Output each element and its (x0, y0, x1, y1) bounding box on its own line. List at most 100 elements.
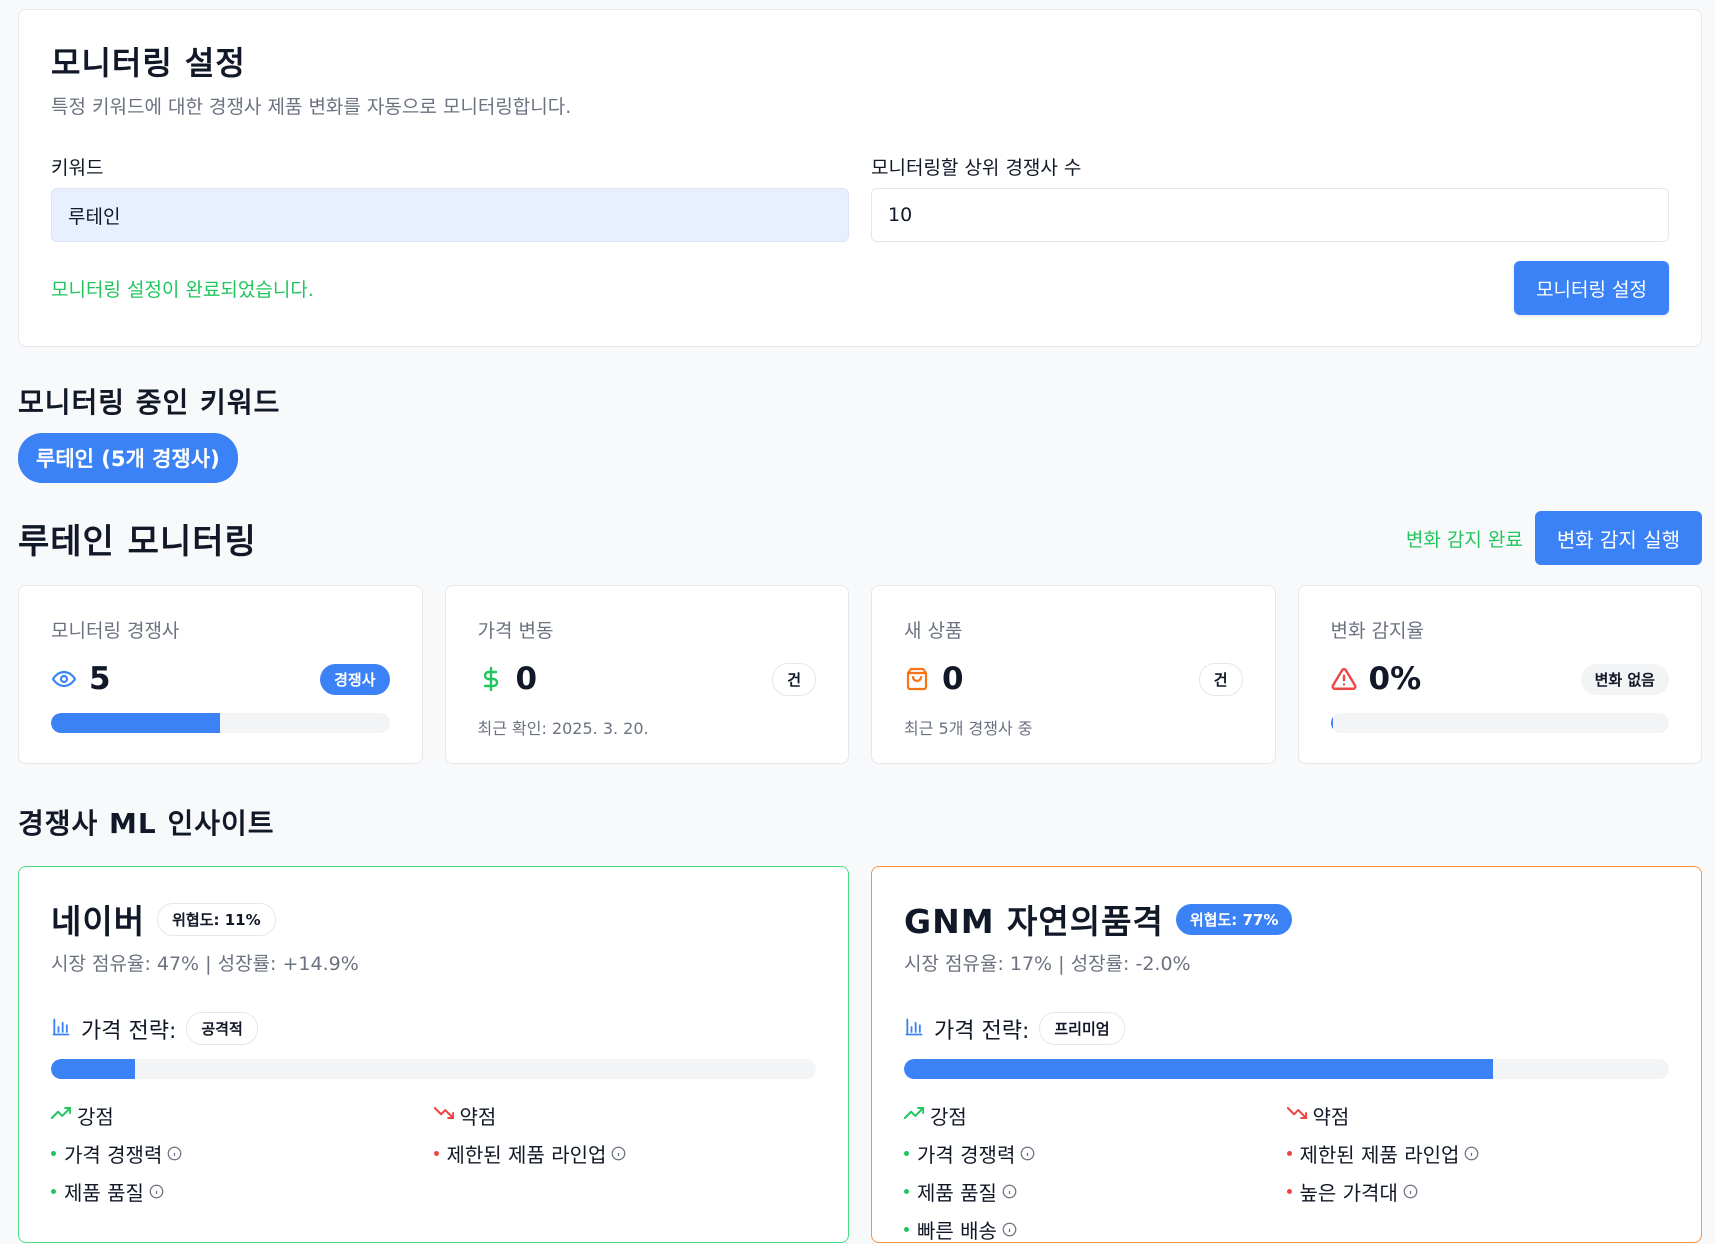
stat-card-new-products: 새 상품 0 건 최근 5개 경쟁사 중 (871, 585, 1276, 764)
keyword-field: 키워드 (51, 153, 849, 242)
competitor-card-gnm: GNM 자연의품격 위협도: 77% 시장 점유율: 17% | 성장률: -2… (871, 866, 1702, 1243)
weaknesses-heading: 약점 (433, 1101, 817, 1130)
weakness-text: 제한된 제품 라인업 (446, 1143, 607, 1167)
strengths-label: 강점 (77, 1105, 114, 1129)
run-detection-button[interactable]: 변화 감지 실행 (1534, 511, 1702, 565)
price-strategy-badge: 공격적 (186, 1012, 258, 1045)
stat-row: 0 건 (904, 661, 1243, 697)
settings-fields: 키워드 모니터링할 상위 경쟁사 수 (51, 153, 1669, 242)
stat-label: 변화 감지율 (1330, 620, 1424, 642)
progress-fill (51, 1059, 136, 1079)
competitor-count-input[interactable] (871, 188, 1669, 242)
competitor-header: GNM 자연의품격 위협도: 77% (904, 895, 1669, 943)
weaknesses-label: 약점 (459, 1105, 497, 1129)
info-icon[interactable] (167, 1146, 182, 1161)
trending-down-icon (1286, 1103, 1307, 1128)
eye-icon (51, 666, 77, 692)
info-icon[interactable] (1002, 1222, 1017, 1237)
strategy-progress-bar (51, 1059, 816, 1079)
strength-text: 가격 경쟁력 (917, 1143, 1016, 1167)
settings-description: 특정 키워드에 대한 경쟁사 제품 변화를 자동으로 모니터링합니다. (51, 96, 572, 118)
list-item: 제한된 제품 라인업 (433, 1139, 817, 1168)
list-item: 제품 품질 (51, 1177, 434, 1206)
ml-insights-title: 경쟁사 ML 인사이트 (18, 807, 275, 840)
progress-fill (1330, 713, 1333, 733)
price-strategy-row: 가격 전략: 공격적 (51, 1012, 816, 1045)
stat-card-competitors: 모니터링 경쟁사 5 경쟁사 (18, 585, 423, 764)
threat-badge: 위협도: 11% (157, 902, 276, 936)
list-item: 높은 가격대 (1286, 1177, 1670, 1206)
status-badge: 변화 없음 (1580, 663, 1669, 695)
keyword-pill-lutein[interactable]: 루테인 (5개 경쟁사) (18, 433, 238, 483)
settings-footer: 모니터링 설정이 완료되었습니다. 모니터링 설정 (51, 261, 1669, 315)
monitoring-settings-card: 모니터링 설정 특정 키워드에 대한 경쟁사 제품 변화를 자동으로 모니터링합… (18, 9, 1702, 347)
strategy-progress-bar (904, 1059, 1669, 1079)
list-item: 가격 경쟁력 (51, 1139, 434, 1168)
info-icon[interactable] (1002, 1184, 1017, 1199)
progress-fill (51, 713, 221, 733)
page: 모니터링 설정 특정 키워드에 대한 경쟁사 제품 변화를 자동으로 모니터링합… (18, 9, 1702, 1243)
competitor-name: 네이버 (51, 902, 146, 941)
stat-label: 모니터링 경쟁사 (51, 620, 180, 642)
shopping-bag-icon (904, 666, 930, 692)
competitor-card-naver: 네이버 위협도: 11% 시장 점유율: 47% | 성장률: +14.9% 가… (18, 866, 849, 1243)
strengths-heading: 강점 (903, 1101, 1287, 1130)
stat-value: 0% (1368, 661, 1422, 697)
settings-title: 모니터링 설정 (51, 44, 246, 82)
stat-value: 5 (89, 661, 111, 697)
strengths-weaknesses: 강점 가격 경쟁력 제품 품질 빠른 배송 약점 제한된 제품 라인업 높은 가… (903, 1101, 1670, 1244)
info-icon[interactable] (149, 1184, 164, 1199)
strength-text: 가격 경쟁력 (64, 1143, 163, 1167)
stats-row: 모니터링 경쟁사 5 경쟁사 가격 변동 0 건 최근 확인: 2025. 3.… (18, 585, 1702, 764)
price-strategy-label: 가격 전략: (81, 1018, 177, 1044)
stat-subtext: 최근 확인: 2025. 3. 20. (477, 719, 649, 738)
detect-status: 변화 감지 완료 (1405, 528, 1523, 551)
strengths-heading: 강점 (50, 1101, 434, 1130)
stat-row: 0% 변화 없음 (1331, 661, 1669, 697)
competitor-meta: 시장 점유율: 47% | 성장률: +14.9% (51, 953, 359, 975)
strength-text: 제품 품질 (917, 1181, 997, 1205)
strengths-column: 강점 가격 경쟁력 제품 품질 빠른 배송 (903, 1101, 1287, 1244)
info-icon[interactable] (1020, 1146, 1035, 1161)
info-icon[interactable] (1464, 1146, 1479, 1161)
status-badge: 건 (1198, 662, 1243, 696)
ml-insights-grid: 네이버 위협도: 11% 시장 점유율: 47% | 성장률: +14.9% 가… (18, 866, 1702, 1243)
keyword-input[interactable] (51, 188, 849, 242)
weakness-text: 높은 가격대 (1299, 1181, 1398, 1205)
stat-label: 새 상품 (904, 620, 963, 642)
competitor-count-label: 모니터링할 상위 경쟁사 수 (871, 157, 1082, 179)
stat-card-detection-rate: 변화 감지율 0% 변화 없음 (1297, 585, 1702, 764)
monitor-header: 루테인 모니터링 변화 감지 완료 변화 감지 실행 (18, 511, 1702, 565)
stat-row: 5 경쟁사 (51, 661, 390, 697)
stat-row: 0 건 (478, 661, 816, 697)
strengths-label: 강점 (930, 1105, 967, 1129)
competitor-header: 네이버 위협도: 11% (51, 895, 816, 943)
status-badge: 건 (772, 662, 816, 696)
stat-label: 가격 변동 (477, 620, 554, 642)
stat-subtext: 최근 5개 경쟁사 중 (904, 719, 1033, 738)
monitor-actions: 변화 감지 완료 변화 감지 실행 (1406, 511, 1702, 565)
price-strategy-label: 가격 전략: (934, 1018, 1030, 1044)
dollar-icon (478, 666, 504, 692)
info-icon[interactable] (611, 1146, 626, 1161)
strengths-weaknesses: 강점 가격 경쟁력 제품 품질 약점 제한된 제품 라인업 (50, 1101, 817, 1206)
competitor-count-field: 모니터링할 상위 경쟁사 수 (871, 153, 1669, 242)
weaknesses-column: 약점 제한된 제품 라인업 높은 가격대 (1286, 1101, 1670, 1244)
stat-value: 0 (942, 661, 964, 697)
price-strategy-badge: 프리미엄 (1039, 1012, 1125, 1045)
alert-triangle-icon (1331, 666, 1357, 692)
price-strategy-row: 가격 전략: 프리미엄 (904, 1012, 1669, 1045)
list-item: 제한된 제품 라인업 (1286, 1139, 1670, 1168)
strengths-column: 강점 가격 경쟁력 제품 품질 (50, 1101, 434, 1206)
trending-up-icon (50, 1103, 72, 1128)
bar-chart-icon (904, 1017, 924, 1041)
set-monitoring-button[interactable]: 모니터링 설정 (1514, 261, 1669, 315)
progress-fill (904, 1059, 1494, 1079)
strength-text: 제품 품질 (64, 1181, 144, 1205)
strength-text: 빠른 배송 (917, 1219, 997, 1243)
info-icon[interactable] (1403, 1184, 1418, 1199)
trending-down-icon (433, 1103, 454, 1128)
detection-rate-progress-bar (1330, 713, 1669, 733)
weaknesses-heading: 약점 (1286, 1101, 1670, 1130)
competitor-name: GNM 자연의품격 (904, 902, 1164, 941)
